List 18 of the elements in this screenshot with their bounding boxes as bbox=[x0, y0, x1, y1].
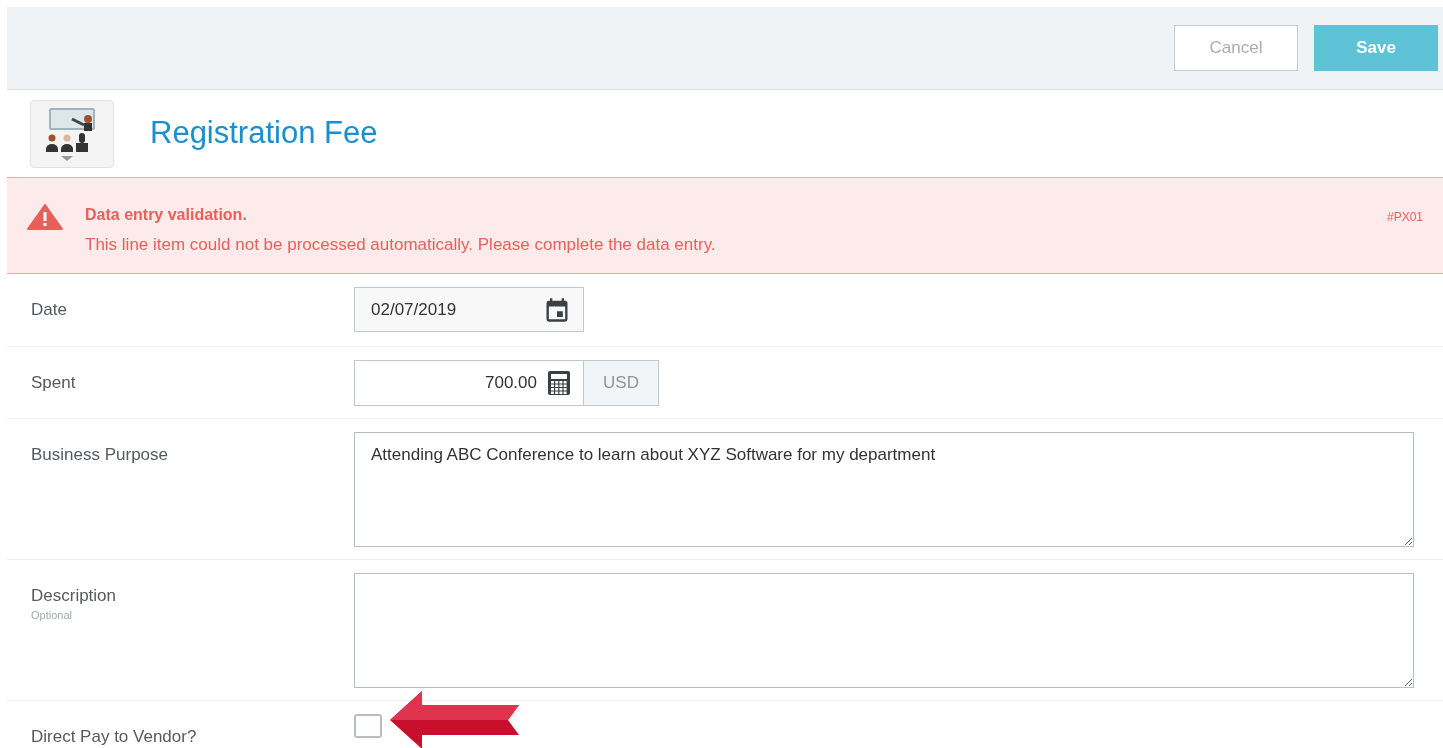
text-area[interactable]: Attending ABC Conference to learn about XYZ Software for my department bbox=[354, 432, 1414, 547]
page-title: Registration Fee bbox=[150, 114, 378, 153]
field-label: Date bbox=[31, 299, 68, 321]
field-hint: Optional bbox=[31, 608, 73, 621]
calculator-icon[interactable] bbox=[547, 370, 571, 396]
alert-title: Data entry validation. bbox=[85, 205, 248, 225]
presentation-icon bbox=[30, 99, 114, 168]
field-label: Spent bbox=[31, 372, 77, 394]
field-label: Description bbox=[31, 585, 118, 607]
amount-field[interactable]: 700.00 bbox=[354, 360, 584, 406]
currency-label: USD bbox=[584, 360, 659, 406]
alert-message: This line item could not be processed automatically. Please complete the data entry. bbox=[85, 234, 716, 256]
checkbox[interactable] bbox=[354, 714, 382, 738]
field-label: Business Purpose bbox=[31, 444, 170, 466]
warning-icon bbox=[27, 204, 63, 230]
date-field[interactable]: 02/07/2019 bbox=[354, 287, 584, 332]
field-label: Direct Pay to Vendor? bbox=[31, 726, 198, 748]
error-code: #PX01 bbox=[1386, 209, 1423, 226]
